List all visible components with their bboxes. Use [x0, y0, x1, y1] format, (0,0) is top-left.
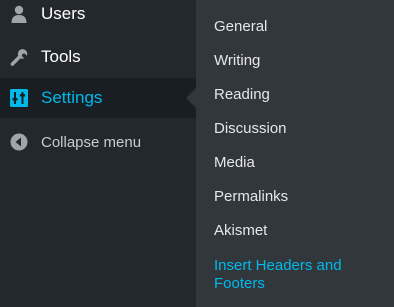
menu-item-label: Settings: [41, 88, 103, 107]
submenu-item-insert-headers-and-footers[interactable]: Insert Headers and Footers: [214, 257, 389, 293]
users-icon: [8, 3, 30, 25]
menu-item-settings[interactable]: Settings: [0, 78, 196, 118]
settings-sliders-icon: [8, 87, 30, 109]
submenu-item-reading[interactable]: Reading: [214, 86, 270, 104]
submenu-item-akismet[interactable]: Akismet: [214, 222, 267, 240]
admin-menu-screenshot: Users Tools Settings Collapse menu Gener…: [0, 0, 394, 307]
submenu-item-media[interactable]: Media: [214, 154, 255, 172]
admin-sidebar-menu: Users Tools Settings Collapse menu: [0, 0, 196, 307]
menu-item-tools[interactable]: Tools: [0, 37, 196, 77]
collapse-menu-button[interactable]: Collapse menu: [0, 122, 196, 162]
menu-item-label: Users: [41, 4, 86, 23]
settings-submenu: General Writing Reading Discussion Media…: [196, 0, 394, 307]
submenu-item-general[interactable]: General: [214, 18, 267, 36]
submenu-item-discussion[interactable]: Discussion: [214, 120, 287, 138]
menu-item-label: Collapse menu: [41, 133, 142, 151]
menu-item-label: Tools: [41, 47, 81, 66]
wrench-icon: [8, 46, 30, 68]
menu-item-users[interactable]: Users: [0, 0, 196, 34]
active-menu-pointer: [186, 88, 196, 108]
collapse-arrow-icon: [8, 131, 30, 153]
submenu-item-permalinks[interactable]: Permalinks: [214, 188, 288, 206]
submenu-item-writing[interactable]: Writing: [214, 52, 260, 70]
